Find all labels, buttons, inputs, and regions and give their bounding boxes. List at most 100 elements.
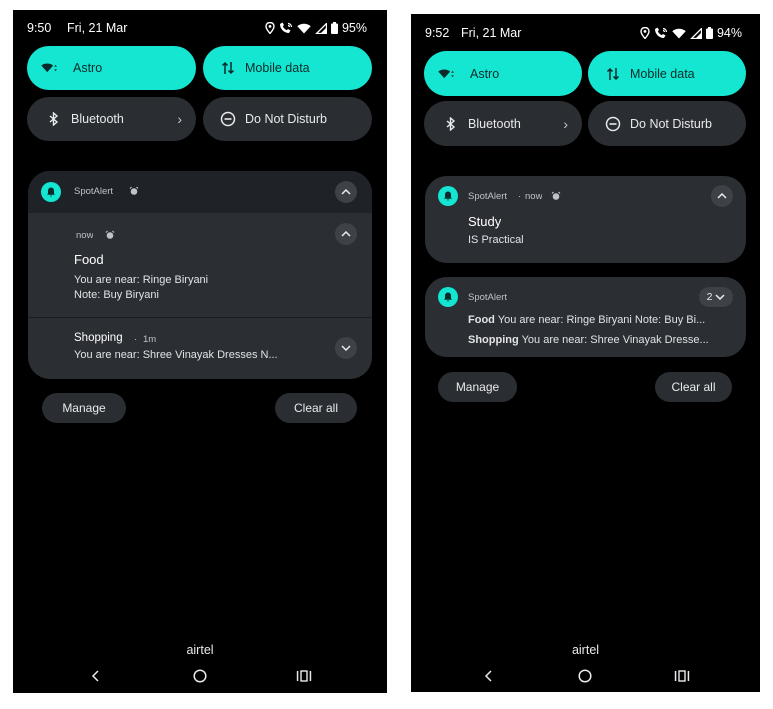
alarm-icon bbox=[105, 230, 115, 239]
wifi-calling-icon bbox=[654, 27, 668, 38]
chevron-up-icon bbox=[341, 231, 351, 237]
back-icon bbox=[484, 670, 492, 682]
chevron-down-icon bbox=[341, 345, 351, 351]
tile-mobile-data-label: Mobile data bbox=[245, 61, 310, 75]
notification-time: 1m bbox=[143, 334, 157, 345]
dnd-icon bbox=[219, 111, 237, 127]
chevron-right-icon: › bbox=[177, 111, 182, 127]
recents-icon bbox=[674, 670, 690, 682]
group-row-text: You are near: Ringe Biryani Note: Buy Bi… bbox=[497, 314, 706, 326]
phone-screen-left: 9:50 Fri, 21 Mar 95% Astro Mobile data B… bbox=[13, 10, 387, 693]
home-icon bbox=[578, 669, 592, 683]
tile-dnd-label: Do Not Disturb bbox=[245, 112, 327, 126]
clear-all-button[interactable]: Clear all bbox=[275, 393, 357, 423]
home-button[interactable] bbox=[188, 666, 212, 686]
signal-icon bbox=[315, 22, 327, 34]
tile-wifi[interactable]: Astro bbox=[424, 51, 582, 96]
notification-study[interactable]: SpotAlert · now Study IS Practical bbox=[425, 176, 746, 263]
bluetooth-icon bbox=[442, 116, 460, 131]
recents-button[interactable] bbox=[292, 666, 316, 686]
battery-icon bbox=[705, 27, 713, 39]
bell-icon bbox=[47, 187, 55, 197]
group-row-title: Food bbox=[468, 314, 495, 326]
tile-wifi-label: Astro bbox=[470, 66, 500, 81]
group-app-name: SpotAlert bbox=[74, 186, 114, 197]
notification-line-1: You are near: Shree Vinayak Dresses N... bbox=[74, 349, 278, 361]
notification-title: Study bbox=[468, 214, 502, 229]
notification-body: IS Practical bbox=[468, 234, 524, 246]
notification-shopping[interactable]: Shopping · 1m You are near: Shree Vinaya… bbox=[28, 318, 372, 379]
recents-button[interactable] bbox=[670, 666, 694, 686]
chevron-right-icon: › bbox=[563, 115, 568, 132]
status-time: 9:52 bbox=[425, 26, 450, 40]
dnd-icon bbox=[604, 116, 622, 132]
collapse-notification-button[interactable] bbox=[335, 223, 357, 245]
alarm-icon bbox=[129, 186, 139, 195]
notification-line-1: You are near: Ringe Biryani bbox=[74, 274, 209, 286]
bell-icon bbox=[444, 191, 452, 201]
navigation-bar bbox=[13, 666, 387, 686]
back-icon bbox=[91, 670, 99, 682]
alarm-icon bbox=[551, 191, 561, 200]
status-date: Fri, 21 Mar bbox=[67, 21, 128, 35]
notification-title: Shopping bbox=[74, 332, 123, 344]
bluetooth-icon bbox=[45, 112, 63, 126]
manage-button[interactable]: Manage bbox=[42, 393, 126, 423]
wifi-icon bbox=[41, 61, 59, 75]
chevron-up-icon bbox=[341, 189, 351, 195]
signal-icon bbox=[690, 27, 702, 39]
tile-wifi-label: Astro bbox=[73, 61, 103, 75]
carrier-label: airtel bbox=[571, 643, 600, 657]
back-button[interactable] bbox=[83, 666, 107, 686]
navigation-bar bbox=[411, 666, 760, 686]
collapse-notification-button[interactable] bbox=[711, 185, 733, 207]
back-button[interactable] bbox=[476, 666, 500, 686]
status-icons: 94% bbox=[640, 26, 742, 40]
notification-group[interactable]: SpotAlert now Food You are near: Ringe B… bbox=[28, 171, 372, 379]
location-icon bbox=[640, 27, 650, 39]
app-badge bbox=[41, 182, 61, 202]
group-app-name: SpotAlert bbox=[468, 292, 508, 303]
tile-mobile-data[interactable]: Mobile data bbox=[203, 46, 372, 90]
status-bar: 9:50 Fri, 21 Mar 95% bbox=[13, 21, 387, 41]
group-count: 2 bbox=[706, 291, 713, 303]
home-icon bbox=[193, 669, 207, 683]
tile-mobile-data-label: Mobile data bbox=[630, 66, 695, 81]
collapse-group-button[interactable] bbox=[335, 181, 357, 203]
tile-dnd-label: Do Not Disturb bbox=[630, 116, 712, 131]
notification-group[interactable]: SpotAlert 2 Food You are near: Ringe Bir… bbox=[425, 277, 746, 357]
tile-bluetooth-label: Bluetooth bbox=[468, 116, 521, 131]
battery-percent: 95% bbox=[341, 21, 367, 35]
notification-time: now bbox=[76, 230, 94, 241]
tile-wifi[interactable]: Astro bbox=[27, 46, 196, 90]
home-button[interactable] bbox=[573, 666, 597, 686]
wifi-calling-icon bbox=[279, 22, 293, 33]
tile-bluetooth[interactable]: Bluetooth › bbox=[27, 97, 196, 141]
manage-button[interactable]: Manage bbox=[438, 372, 517, 402]
clear-all-button[interactable]: Clear all bbox=[655, 372, 732, 402]
tile-mobile-data[interactable]: Mobile data bbox=[588, 51, 746, 96]
battery-icon bbox=[330, 22, 338, 34]
app-badge bbox=[438, 287, 458, 307]
notification-group-header: SpotAlert bbox=[28, 171, 372, 213]
status-date: Fri, 21 Mar bbox=[461, 26, 522, 40]
group-row: Food You are near: Ringe Biryani Note: B… bbox=[468, 314, 732, 326]
location-icon bbox=[265, 22, 275, 34]
notification-food[interactable]: now Food You are near: Ringe Biryani Not… bbox=[28, 213, 372, 317]
app-badge bbox=[438, 186, 458, 206]
wifi-icon bbox=[297, 23, 311, 33]
wifi-icon bbox=[672, 28, 686, 38]
expand-group-button[interactable]: 2 bbox=[699, 287, 733, 307]
recents-icon bbox=[296, 670, 312, 682]
group-row-title: Shopping bbox=[468, 334, 519, 346]
mobile-data-icon bbox=[219, 61, 237, 75]
chevron-up-icon bbox=[717, 193, 727, 199]
wifi-icon bbox=[438, 67, 456, 81]
tile-dnd[interactable]: Do Not Disturb bbox=[203, 97, 372, 141]
expand-notification-button[interactable] bbox=[335, 337, 357, 359]
carrier-label: airtel bbox=[186, 643, 214, 657]
chevron-down-icon bbox=[715, 294, 725, 300]
tile-dnd[interactable]: Do Not Disturb bbox=[588, 101, 746, 146]
tile-bluetooth[interactable]: Bluetooth › bbox=[424, 101, 582, 146]
notification-time: now bbox=[525, 191, 543, 202]
